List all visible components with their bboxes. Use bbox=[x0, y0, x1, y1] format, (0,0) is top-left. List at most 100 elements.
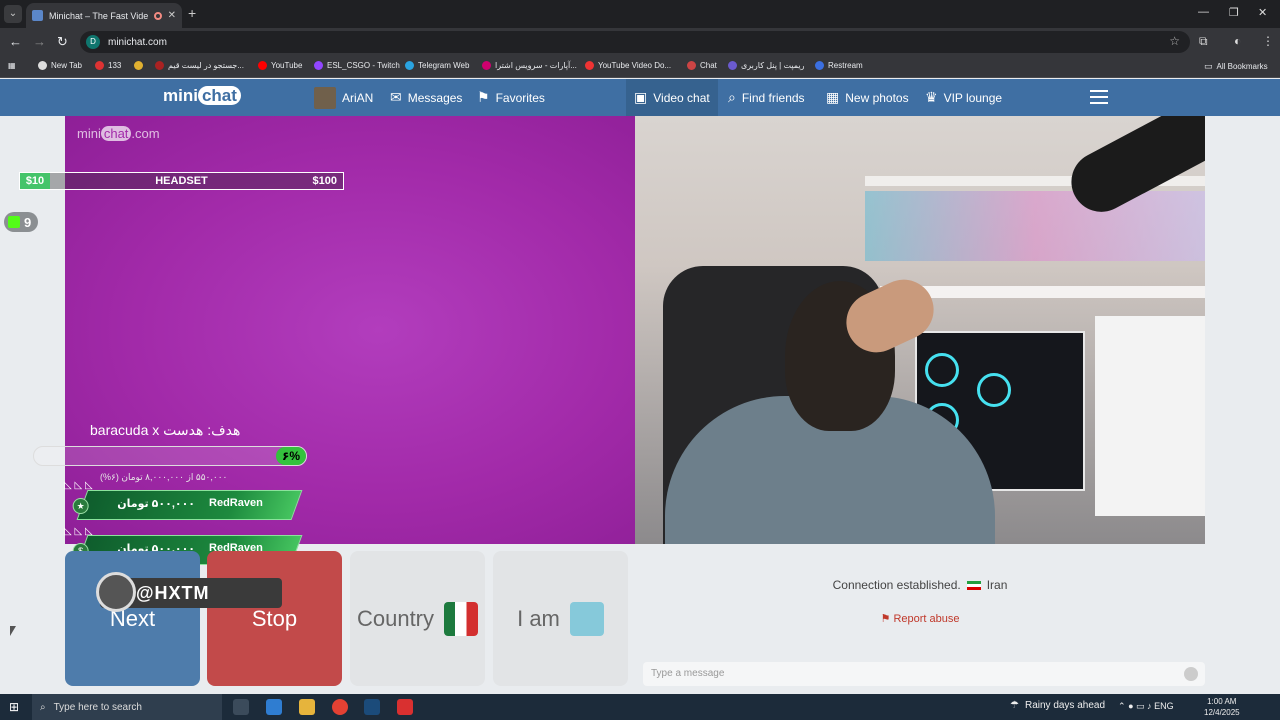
logo-icon bbox=[96, 572, 136, 612]
person-icon bbox=[569, 601, 604, 636]
nav-vip-lounge[interactable]: ♛ VIP lounge bbox=[925, 79, 1002, 116]
chevron-up-icon: ⌃ bbox=[1118, 701, 1126, 711]
taskbar-search[interactable]: ⌕ Type here to search bbox=[32, 694, 222, 720]
chrome-icon[interactable] bbox=[332, 699, 348, 715]
task-view-icon[interactable] bbox=[233, 699, 249, 715]
bookmark-chat[interactable]: Chat bbox=[687, 61, 717, 70]
bookmark-generic[interactable] bbox=[134, 61, 143, 70]
bookmark-yt-downloader[interactable]: YouTube Video Do... bbox=[585, 61, 671, 70]
browser-tabstrip: ⌄ Minichat – The Fast Video C ✕ + — ❐ ✕ bbox=[0, 0, 1280, 28]
stop-button[interactable]: Stop bbox=[207, 551, 342, 686]
bookmark-youtube[interactable]: YouTube bbox=[258, 61, 302, 70]
donation-progress-sub: ۵۵۰,۰۰۰ از ۸,۰۰۰,۰۰۰ تومان (۶%) bbox=[100, 472, 228, 482]
nav-video-chat[interactable]: ▣ Video chat bbox=[626, 79, 718, 116]
close-window-icon[interactable]: ✕ bbox=[1258, 6, 1267, 19]
crown-icon: ♛ bbox=[925, 89, 938, 105]
tab-search-button[interactable]: ⌄ bbox=[4, 5, 22, 23]
bookmark-new-tab[interactable]: New Tab bbox=[38, 61, 82, 70]
self-video bbox=[635, 116, 1205, 544]
flag-icon: ⚑ bbox=[880, 613, 891, 625]
volume-icon: ♪ bbox=[1147, 701, 1152, 711]
bookmark-twitch[interactable]: ESL_CSGO - Twitch bbox=[314, 61, 400, 70]
bookmarks-bar: ▦ New Tab 133 جستجو در لیست قیم... YouTu… bbox=[0, 56, 1280, 78]
copilot-icon[interactable] bbox=[266, 699, 282, 715]
restore-icon[interactable]: ❐ bbox=[1229, 6, 1239, 19]
steam-icon[interactable] bbox=[364, 699, 380, 715]
windows-taskbar: ⊞ ⌕ Type here to search ☂ Rainy days ahe… bbox=[0, 694, 1280, 720]
message-input[interactable]: Type a message bbox=[643, 662, 1205, 686]
apps-grid-icon[interactable]: ▦ bbox=[8, 61, 16, 70]
search-icon: ⌕ bbox=[40, 701, 46, 713]
minimize-icon[interactable]: — bbox=[1198, 6, 1209, 18]
file-explorer-icon[interactable] bbox=[299, 699, 315, 715]
bookmark-price-list[interactable]: جستجو در لیست قیم... bbox=[155, 61, 244, 70]
envelope-icon: ✉ bbox=[390, 89, 402, 105]
back-icon[interactable]: ← bbox=[9, 34, 22, 49]
bookmark-133[interactable]: 133 bbox=[95, 61, 121, 70]
new-tab-button[interactable]: + bbox=[188, 5, 196, 21]
game-console bbox=[1095, 316, 1205, 516]
nav-profile[interactable]: AriAN bbox=[314, 79, 373, 116]
donation-progress: ۶% bbox=[33, 446, 307, 466]
site-header: mini chat AriAN ✉ Messages ⚑ Favorites ▣ … bbox=[0, 79, 1280, 116]
iran-flag-icon bbox=[966, 580, 981, 590]
led-glow bbox=[865, 191, 1205, 261]
kick-viewer-count: 9 bbox=[4, 212, 38, 232]
windows-start-icon[interactable]: ⊞ bbox=[9, 700, 19, 714]
cloud-rain-icon: ☂ bbox=[1010, 700, 1019, 711]
bookmark-rimpat[interactable]: ریمپت | پنل کاربری bbox=[728, 61, 804, 70]
headset-goal-bar: $10 HEADSET $100 bbox=[19, 172, 344, 190]
system-tray[interactable]: ⌃ ● ▭ ♪ ENG bbox=[1118, 701, 1174, 712]
nav-new-photos[interactable]: ▦ New photos bbox=[826, 79, 909, 116]
video-watermark: mini chat .com bbox=[77, 126, 160, 141]
profile-icon[interactable]: ◐ bbox=[1234, 34, 1241, 48]
avatar bbox=[314, 86, 336, 109]
chat-bubble-icon: ▣ bbox=[634, 89, 648, 105]
address-bar[interactable]: D minichat.com ☆ bbox=[80, 31, 1190, 53]
donation-alert: ★ ۵۰۰,۰۰۰ تومان RedRaven bbox=[72, 490, 303, 520]
site-info-icon[interactable]: D bbox=[86, 35, 100, 49]
bookmark-star-icon[interactable]: ☆ bbox=[1169, 34, 1180, 48]
streamer-handle-overlay: @HXTM bbox=[96, 572, 282, 612]
mexico-flag-icon bbox=[444, 601, 479, 636]
hamburger-menu-icon[interactable] bbox=[1090, 90, 1108, 104]
donation-progress-fill: ۶% bbox=[276, 447, 306, 465]
forward-icon[interactable]: → bbox=[33, 34, 46, 49]
connection-status: Connection established. Iran bbox=[832, 578, 1008, 592]
country-button[interactable]: Country bbox=[350, 551, 485, 686]
browser-toolbar: ← → ↻ D minichat.com ☆ ⧉ ◐ ⋮ bbox=[0, 28, 1280, 56]
gender-button[interactable]: I am bbox=[493, 551, 628, 686]
network-icon: ▭ bbox=[1136, 701, 1145, 711]
site-favicon-icon bbox=[32, 10, 43, 21]
reload-icon[interactable]: ↻ bbox=[57, 34, 68, 50]
nav-favorites[interactable]: ⚑ Favorites bbox=[477, 79, 545, 116]
donation-goal-title: هدف: هدست baracuda x bbox=[90, 422, 241, 438]
recording-icon bbox=[153, 11, 162, 20]
bookmark-icon: ⚑ bbox=[477, 89, 490, 105]
chat-panel: Connection established. Iran ⚑ Report ab… bbox=[635, 544, 1205, 694]
mouse-cursor-icon bbox=[10, 626, 16, 636]
search-icon: ⌕ bbox=[728, 89, 736, 105]
close-tab-icon[interactable]: ✕ bbox=[168, 10, 176, 21]
nav-messages[interactable]: ✉ Messages bbox=[390, 79, 462, 116]
emoji-icon[interactable] bbox=[1184, 667, 1198, 681]
browser-tab-minichat[interactable]: Minichat – The Fast Video C ✕ bbox=[26, 3, 182, 28]
weather-widget[interactable]: ☂ Rainy days ahead bbox=[1010, 700, 1105, 711]
report-abuse-link[interactable]: ⚑ Report abuse bbox=[635, 612, 1205, 625]
clock[interactable]: 1:00 AM 12/4/2025 bbox=[1204, 696, 1240, 718]
tab-title: Minichat – The Fast Video C bbox=[49, 10, 148, 21]
menu-kebab-icon[interactable]: ⋮ bbox=[1262, 34, 1274, 48]
next-button[interactable]: Next bbox=[65, 551, 200, 686]
bookmark-restream[interactable]: Restream bbox=[815, 61, 863, 70]
mic-icon: ● bbox=[1128, 701, 1134, 711]
kick-icon bbox=[8, 216, 20, 228]
grid-icon: ▦ bbox=[826, 89, 840, 105]
minichat-logo[interactable]: mini chat bbox=[163, 86, 241, 106]
bookmark-aparat[interactable]: آپارات - سرویس اشترا... bbox=[482, 61, 577, 70]
bookmark-telegram[interactable]: Telegram Web bbox=[405, 61, 469, 70]
extensions-icon[interactable]: ⧉ bbox=[1199, 34, 1208, 49]
address-text: minichat.com bbox=[108, 36, 167, 48]
app-icon[interactable] bbox=[397, 699, 413, 715]
nav-find-friends[interactable]: ⌕ Find friends bbox=[728, 79, 805, 116]
all-bookmarks[interactable]: ▭ All Bookmarks bbox=[1204, 61, 1268, 72]
